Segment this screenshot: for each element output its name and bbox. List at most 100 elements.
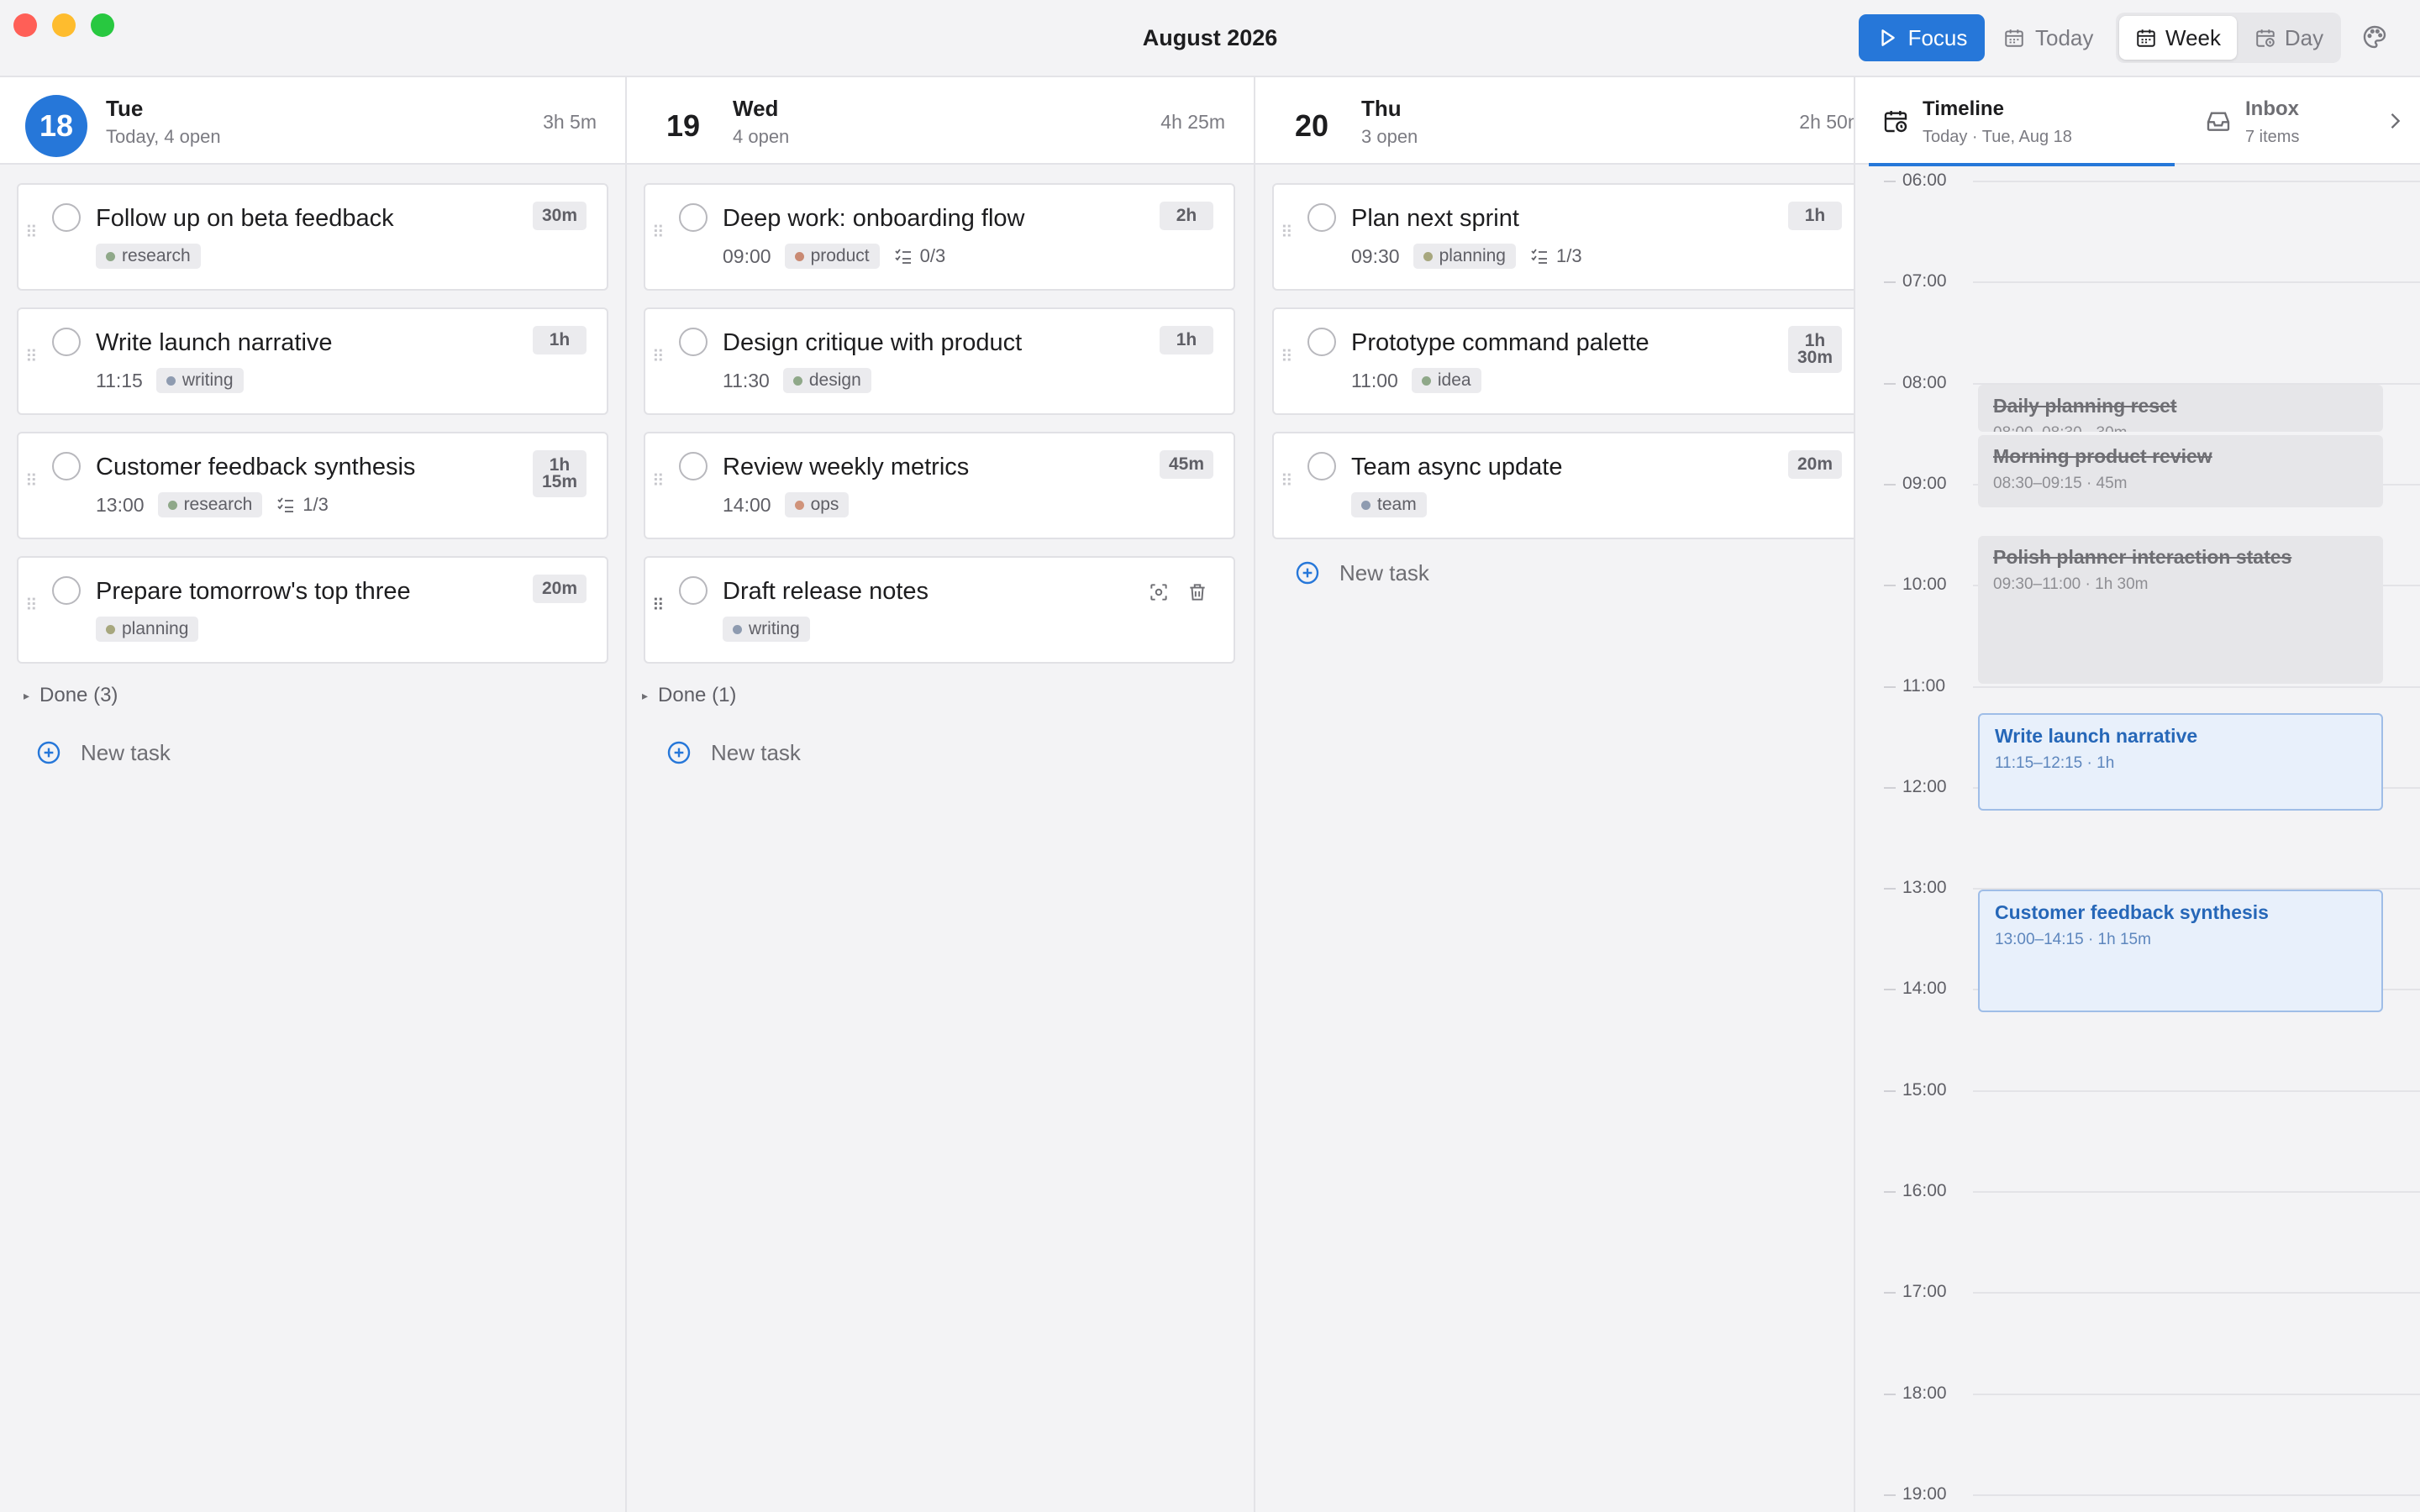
drag-handle-icon[interactable]: ⠿ — [652, 349, 665, 371]
tag-label: writing — [749, 619, 800, 638]
chevron-right-icon[interactable] — [2383, 108, 2407, 134]
event-time: 08:30–09:15 · 45m — [1993, 474, 2128, 492]
drag-handle-icon[interactable]: ⠿ — [25, 597, 38, 620]
task-title: Draft release notes — [723, 578, 929, 605]
hour-gridline — [1973, 1191, 2420, 1193]
tag-dot — [167, 500, 177, 510]
calendar-clock-icon — [1884, 111, 1907, 133]
task-title: Prepare tomorrow's top three — [96, 578, 411, 605]
hour-label: 08:00 — [1902, 372, 1947, 392]
task-tag: ops — [784, 492, 850, 517]
new-task-button[interactable]: New task — [666, 739, 801, 766]
task-checkbox[interactable] — [679, 452, 708, 480]
task-card[interactable]: ⠿ Follow up on beta feedback research 30… — [17, 183, 608, 291]
drag-handle-icon[interactable]: ⠿ — [1281, 349, 1293, 371]
drag-handle-icon[interactable]: ⠿ — [1281, 224, 1293, 247]
task-card[interactable]: ⠿ Prototype command palette 11:00 idea 1… — [1272, 307, 1854, 415]
focus-target-icon[interactable] — [1148, 581, 1170, 603]
task-meta: writing — [723, 617, 810, 642]
task-card[interactable]: ⠿ Prepare tomorrow's top three planning … — [17, 556, 608, 664]
task-title: Write launch narrative — [96, 329, 333, 356]
task-card[interactable]: ⠿ Write launch narrative 11:15 writing 1… — [17, 307, 608, 415]
task-card[interactable]: ⠿ Design critique with product 11:30 des… — [644, 307, 1235, 415]
new-task-button[interactable]: New task — [1294, 559, 1429, 586]
hour-tick — [1884, 181, 1896, 182]
task-title: Follow up on beta feedback — [96, 205, 394, 232]
task-tag: planning — [1413, 244, 1516, 269]
trash-icon[interactable] — [1186, 581, 1208, 603]
task-card[interactable]: ⠿ Deep work: onboarding flow 09:00 produ… — [644, 183, 1235, 291]
minimize-window-button[interactable] — [52, 13, 76, 37]
day-view-button[interactable]: Day — [2240, 16, 2338, 60]
duration-badge: 20m — [1788, 450, 1842, 479]
hour-tick — [1884, 685, 1896, 688]
palette-button[interactable] — [2361, 24, 2388, 50]
task-checkbox[interactable] — [52, 576, 81, 605]
duration-minutes: 30m — [1797, 348, 1833, 367]
hour-row: 17:00 — [1855, 1282, 2420, 1301]
task-meta: 09:30 planning 1/3 — [1351, 244, 1582, 269]
day-number-today: 18 — [25, 95, 87, 157]
plus-circle-icon — [37, 741, 60, 764]
task-card-hovered[interactable]: ⠿ Draft release notes writing — [644, 556, 1235, 664]
week-view-button[interactable]: Week — [2119, 16, 2237, 60]
event-title: Polish planner interaction states — [1993, 546, 2292, 569]
hour-gridline — [1973, 281, 2420, 284]
task-checkbox[interactable] — [1307, 328, 1336, 356]
focus-button[interactable]: Focus — [1859, 14, 1985, 61]
task-time: 11:00 — [1351, 369, 1398, 391]
day-header: 19 Wed 4 open 4h 25m — [627, 77, 1254, 165]
task-checkbox[interactable] — [679, 328, 708, 356]
play-icon — [1881, 29, 1895, 46]
task-time: 14:00 — [723, 493, 771, 516]
timeline-event[interactable]: Morning product review 08:30–09:15 · 45m — [1978, 434, 2383, 507]
day-name: Thu — [1361, 96, 1402, 121]
duration-badge: 2h — [1160, 202, 1213, 230]
task-card[interactable]: ⠿ Review weekly metrics 14:00 ops 45m — [644, 432, 1235, 539]
timeline-event[interactable]: Polish planner interaction states 09:30–1… — [1978, 536, 2383, 685]
tab-inbox[interactable]: Inbox 7 items — [2191, 77, 2393, 165]
drag-handle-icon[interactable]: ⠿ — [25, 473, 38, 496]
day-subtitle: 4 open — [733, 126, 790, 147]
today-button[interactable]: Today — [2003, 14, 2104, 61]
task-checkbox[interactable] — [52, 328, 81, 356]
task-tag: team — [1351, 492, 1427, 517]
task-checkbox[interactable] — [1307, 452, 1336, 480]
new-task-button[interactable]: New task — [35, 739, 171, 766]
duration-badge: 1h 30m — [1788, 326, 1842, 373]
timeline-event[interactable]: Write launch narrative 11:15–12:15 · 1h — [1978, 712, 2383, 811]
zoom-window-button[interactable] — [91, 13, 114, 37]
task-card[interactable]: ⠿ Team async update team 20m — [1272, 432, 1854, 539]
drag-handle-icon[interactable]: ⠿ — [652, 597, 665, 620]
tag-dot — [1423, 251, 1433, 261]
view-switcher: Week Day — [2116, 13, 2341, 63]
tab-timeline[interactable]: Timeline Today · Tue, Aug 18 — [1869, 77, 2188, 166]
hour-label: 09:00 — [1902, 473, 1947, 493]
done-toggle[interactable]: ▸ Done (3) — [24, 684, 118, 707]
task-checkbox[interactable] — [52, 203, 81, 232]
drag-handle-icon[interactable]: ⠿ — [652, 224, 665, 247]
drag-handle-icon[interactable]: ⠿ — [25, 224, 38, 247]
hour-row: 16:00 — [1855, 1181, 2420, 1200]
timeline-event[interactable]: Daily planning reset 08:00–08:30 · 30m — [1978, 384, 2383, 432]
new-task-label: New task — [81, 739, 171, 765]
done-toggle[interactable]: ▸ Done (1) — [642, 684, 736, 707]
task-meta: 13:00 research 1/3 — [96, 492, 329, 517]
close-window-button[interactable] — [13, 13, 37, 37]
task-checkbox[interactable] — [679, 203, 708, 232]
task-meta: planning — [96, 617, 199, 642]
task-card[interactable]: ⠿ Customer feedback synthesis 13:00 rese… — [17, 432, 608, 539]
panel-tabs: Timeline Today · Tue, Aug 18 Inbox 7 ite… — [1855, 77, 2420, 166]
hour-row: 11:00 — [1855, 676, 2420, 696]
tag-dot — [106, 624, 115, 634]
task-card[interactable]: ⠿ Plan next sprint 09:30 planning 1/3 1h — [1272, 183, 1854, 291]
task-checkbox[interactable] — [679, 576, 708, 605]
task-checkbox[interactable] — [1307, 203, 1336, 232]
subtask-count: 0/3 — [919, 245, 946, 266]
drag-handle-icon[interactable]: ⠿ — [652, 473, 665, 496]
task-checkbox[interactable] — [52, 452, 81, 480]
drag-handle-icon[interactable]: ⠿ — [25, 349, 38, 371]
timeline-event[interactable]: Customer feedback synthesis 13:00–14:15 ·… — [1978, 890, 2383, 1013]
drag-handle-icon[interactable]: ⠿ — [1281, 473, 1293, 496]
calendar-clock-icon — [2256, 29, 2275, 47]
